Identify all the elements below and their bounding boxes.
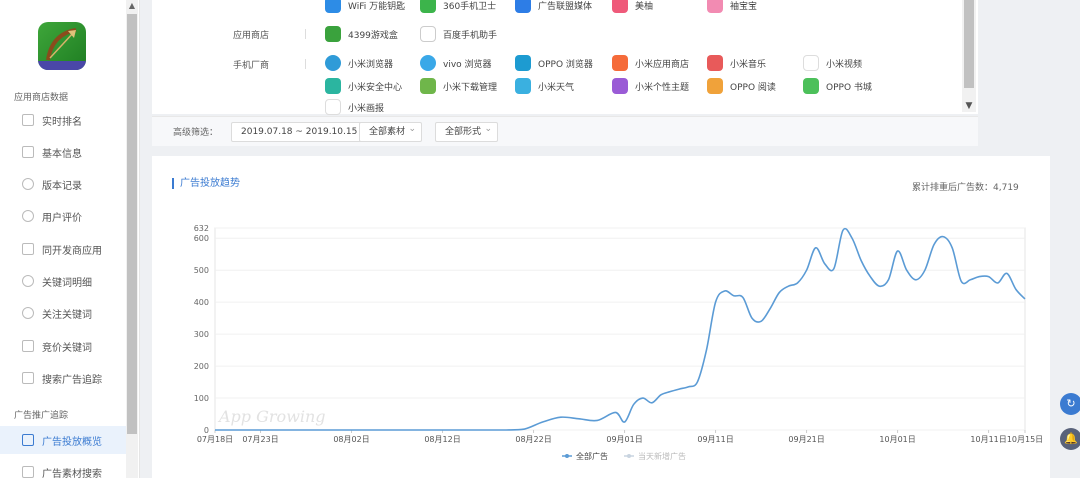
refresh-float-button[interactable]: ↻ — [1060, 393, 1080, 415]
ad-trend-chart: 0 100 200 300 400 500 600632 07月18日 07月23日 08月02日… — [194, 224, 1043, 461]
x-tick-label: 09月11日 — [697, 435, 733, 444]
y-tick-label: 600 — [194, 234, 209, 243]
legend-label: 全部广告 — [576, 451, 608, 461]
x-tick-label: 10月15日 — [1007, 435, 1043, 444]
y-tick-label: 200 — [194, 362, 209, 371]
y-tick-label: 400 — [194, 298, 209, 307]
y-tick-label: 0 — [204, 426, 209, 435]
x-tick-label: 08月02日 — [333, 435, 369, 444]
x-tick-label: 07月18日 — [197, 435, 233, 444]
x-tick-label: 09月01日 — [606, 435, 642, 444]
plot-area — [214, 227, 1026, 431]
y-tick-label: 632 — [194, 224, 209, 233]
chart-watermark: App Growing — [217, 407, 326, 426]
x-tick-label: 08月12日 — [424, 435, 460, 444]
y-tick-label: 300 — [194, 330, 209, 339]
x-tick-label: 08月22日 — [515, 435, 551, 444]
series-line — [215, 227, 1026, 431]
legend-marker — [627, 454, 631, 458]
refresh-icon: ↻ — [1066, 397, 1076, 410]
x-tick-label: 09月21日 — [788, 435, 824, 444]
x-tick-label: 07月23日 — [242, 435, 278, 444]
bell-icon: 🔔 — [1064, 432, 1078, 445]
x-tick-label: 10月01日 — [879, 435, 915, 444]
y-tick-label: 500 — [194, 266, 209, 275]
notification-float-button[interactable]: 🔔 — [1060, 428, 1080, 450]
x-tick-label: 10月11日 — [970, 435, 1006, 444]
legend-marker — [565, 454, 569, 458]
y-tick-label: 100 — [194, 394, 209, 403]
legend-label: 当天新增广告 — [638, 451, 686, 461]
